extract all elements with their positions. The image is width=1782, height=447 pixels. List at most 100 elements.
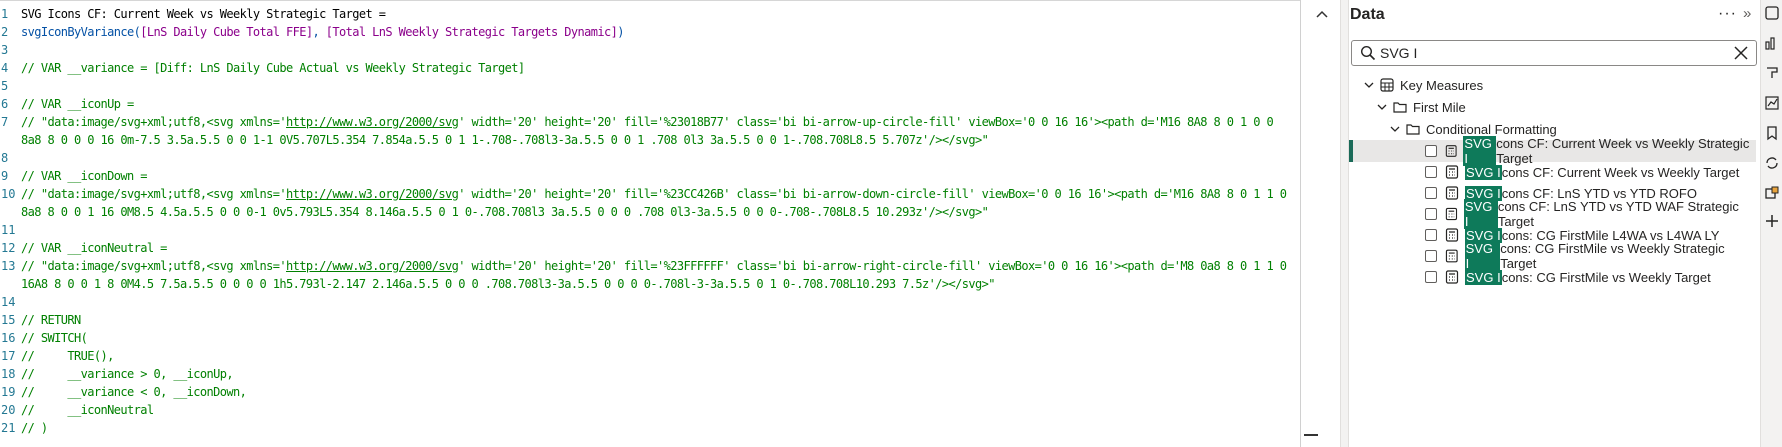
line-number: 7	[1, 115, 9, 129]
code-line[interactable]: // VAR __iconUp =	[21, 95, 1296, 113]
code-token: svgIconByVariance(	[21, 25, 141, 39]
code-token: // "data:image/svg+xml;utf8,<svg xmlns='	[21, 259, 287, 273]
chevron-down-icon[interactable]	[1363, 79, 1375, 91]
more-options-icon[interactable]: ···	[1718, 5, 1737, 23]
line-number-gutter: 1 2 3 4 5 6 7 8 9 10 11 12 13 14 15 16 17 18 19 20 21	[0, 5, 18, 437]
code-line[interactable]	[21, 293, 1296, 311]
measure-checkbox[interactable]	[1425, 208, 1437, 220]
calculator-icon	[1445, 145, 1457, 157]
line-number: 9	[1, 169, 9, 183]
code-line[interactable]: SVG Icons CF: Current Week vs Weekly Str…	[21, 5, 1296, 23]
line-number: 19	[1, 385, 16, 399]
data-pane-icon[interactable]	[1763, 4, 1781, 22]
tree-node-label: First Mile	[1413, 99, 1466, 115]
code-line[interactable]: 8a8 8 0 0 0 16 0m-7.5 3.5a.5.5 0 0 1-1 0…	[21, 131, 1296, 149]
measure-checkbox[interactable]	[1425, 166, 1437, 178]
code-line[interactable]: svgIconByVariance([LnS Daily Cube Total …	[21, 23, 1296, 41]
sync-icon[interactable]	[1763, 154, 1781, 172]
measure-checkbox[interactable]	[1425, 250, 1437, 262]
code-line[interactable]: // __variance < 0, __iconDown,	[21, 383, 1296, 401]
code-line[interactable]	[21, 41, 1296, 59]
search-input[interactable]	[1380, 43, 1720, 63]
clear-search-icon[interactable]	[1732, 44, 1750, 62]
line-number	[0, 275, 18, 293]
code-token: ' width='20' height='20' fill='%23CC426B…	[458, 187, 1287, 201]
line-number: 14	[1, 295, 16, 309]
code-line[interactable]: // SWITCH(	[21, 329, 1296, 347]
expand-pane-icon[interactable]: »	[1743, 5, 1751, 22]
code-line[interactable]	[21, 77, 1296, 95]
code-token: ,	[312, 25, 326, 39]
code-line[interactable]: // RETURN	[21, 311, 1296, 329]
search-match-highlight: SVG I	[1465, 164, 1502, 180]
code-token: [LnS Daily Cube Total FFE]	[140, 25, 313, 39]
line-number: 6	[1, 97, 9, 111]
line-number	[0, 131, 18, 149]
measure-checkbox[interactable]	[1425, 145, 1437, 157]
code-token: // "data:image/svg+xml;utf8,<svg xmlns='	[21, 115, 287, 129]
code-line[interactable]: // )	[21, 419, 1296, 437]
measure-checkbox[interactable]	[1425, 187, 1437, 199]
code-area[interactable]: SVG Icons CF: Current Week vs Weekly Str…	[21, 5, 1296, 437]
tree-node-key-measures[interactable]: Key Measures	[1363, 74, 1483, 96]
line-number: 20	[1, 403, 16, 417]
code-line[interactable]: 16A8 8 0 0 1 8 0M4.5 7.5a.5.5 0 0 0 0 1h…	[21, 275, 1296, 293]
code-token: ' width='20' height='20' fill='%23FFFFFF…	[458, 259, 1287, 273]
measure-item[interactable]: SVG Icons CF: Current Week vs Weekly Tar…	[1349, 161, 1756, 183]
code-line[interactable]	[21, 221, 1296, 239]
editor-scrollbar[interactable]	[1300, 0, 1340, 447]
line-number: 8	[1, 151, 9, 165]
folder-icon	[1393, 102, 1407, 113]
selection-icon[interactable]	[1763, 184, 1781, 202]
code-line[interactable]: // "data:image/svg+xml;utf8,<svg xmlns='…	[21, 113, 1296, 131]
code-link[interactable]: http://www.w3.org/2000/svg	[286, 115, 459, 129]
search-match-highlight: SVG I	[1465, 269, 1502, 285]
measure-item[interactable]: SVG Icons CF: LnS YTD vs YTD WAF Strateg…	[1349, 199, 1756, 229]
code-line[interactable]: // "data:image/svg+xml;utf8,<svg xmlns='…	[21, 185, 1296, 203]
measure-checkbox[interactable]	[1425, 229, 1437, 241]
code-line[interactable]: // TRUE(),	[21, 347, 1296, 365]
line-number: 13	[1, 259, 16, 273]
code-token: ' width='20' height='20' fill='%23018B77…	[458, 115, 1274, 129]
code-line[interactable]: // VAR __iconDown =	[21, 167, 1296, 185]
code-line[interactable]: 8a8 8 0 0 1 16 0M8.5 4.5a.5.5 0 0 0-1 0v…	[21, 203, 1296, 221]
calculator-icon	[1445, 207, 1458, 221]
line-number: 2	[1, 25, 9, 39]
code-token: )	[617, 25, 624, 39]
search-box[interactable]	[1351, 40, 1757, 66]
measure-checkbox[interactable]	[1425, 271, 1437, 283]
code-line[interactable]	[21, 149, 1296, 167]
measure-item[interactable]: SVG Icons CF: Current Week vs Weekly Str…	[1349, 136, 1756, 166]
tree-node-first-mile[interactable]: First Mile	[1376, 96, 1466, 118]
measure-item[interactable]: SVG Icons: CG FirstMile vs Weekly Strate…	[1349, 241, 1756, 271]
code-link[interactable]: http://www.w3.org/2000/svg	[286, 187, 459, 201]
folder-icon	[1406, 124, 1420, 135]
code-line[interactable]: // __iconNeutral	[21, 401, 1296, 419]
measure-item[interactable]: SVG Icons: CG FirstMile vs Weekly Target	[1349, 266, 1756, 288]
bookmark-icon[interactable]	[1763, 124, 1781, 142]
analytics-icon[interactable]	[1763, 94, 1781, 112]
chevron-down-icon[interactable]	[1389, 123, 1401, 135]
code-line[interactable]: // __variance > 0, __iconUp,	[21, 365, 1296, 383]
code-line[interactable]: // VAR __iconNeutral =	[21, 239, 1296, 257]
tree-node-label: Conditional Formatting	[1426, 121, 1557, 137]
line-number: 16	[1, 331, 16, 345]
collapse-editor-icon[interactable]	[1314, 8, 1330, 24]
dax-editor[interactable]: 1 2 3 4 5 6 7 8 9 10 11 12 13 14 15 16 17 18 19 20 21 SVG Ic…	[0, 0, 1300, 447]
table-icon	[1380, 78, 1394, 92]
tree-node-label: Key Measures	[1400, 77, 1484, 93]
measure-label: cons CF: Current Week vs Weekly Target	[1501, 164, 1740, 180]
add-icon[interactable]	[1763, 212, 1781, 230]
format-paint-icon[interactable]	[1763, 64, 1781, 82]
chevron-down-icon[interactable]	[1376, 101, 1388, 113]
code-line[interactable]: // "data:image/svg+xml;utf8,<svg xmlns='…	[21, 257, 1296, 275]
visualizations-icon[interactable]	[1763, 34, 1781, 52]
measure-label: cons: CG FirstMile vs Weekly Target	[1501, 269, 1711, 285]
code-line[interactable]: // VAR __variance = [Diff: LnS Daily Cub…	[21, 59, 1296, 77]
pane-splitter[interactable]	[1340, 0, 1348, 447]
line-number: 21	[1, 421, 16, 435]
line-number: 4	[1, 61, 9, 75]
scroll-position-marker	[1304, 434, 1318, 436]
code-link[interactable]: http://www.w3.org/2000/svg	[286, 259, 459, 273]
calculator-icon	[1445, 228, 1459, 242]
